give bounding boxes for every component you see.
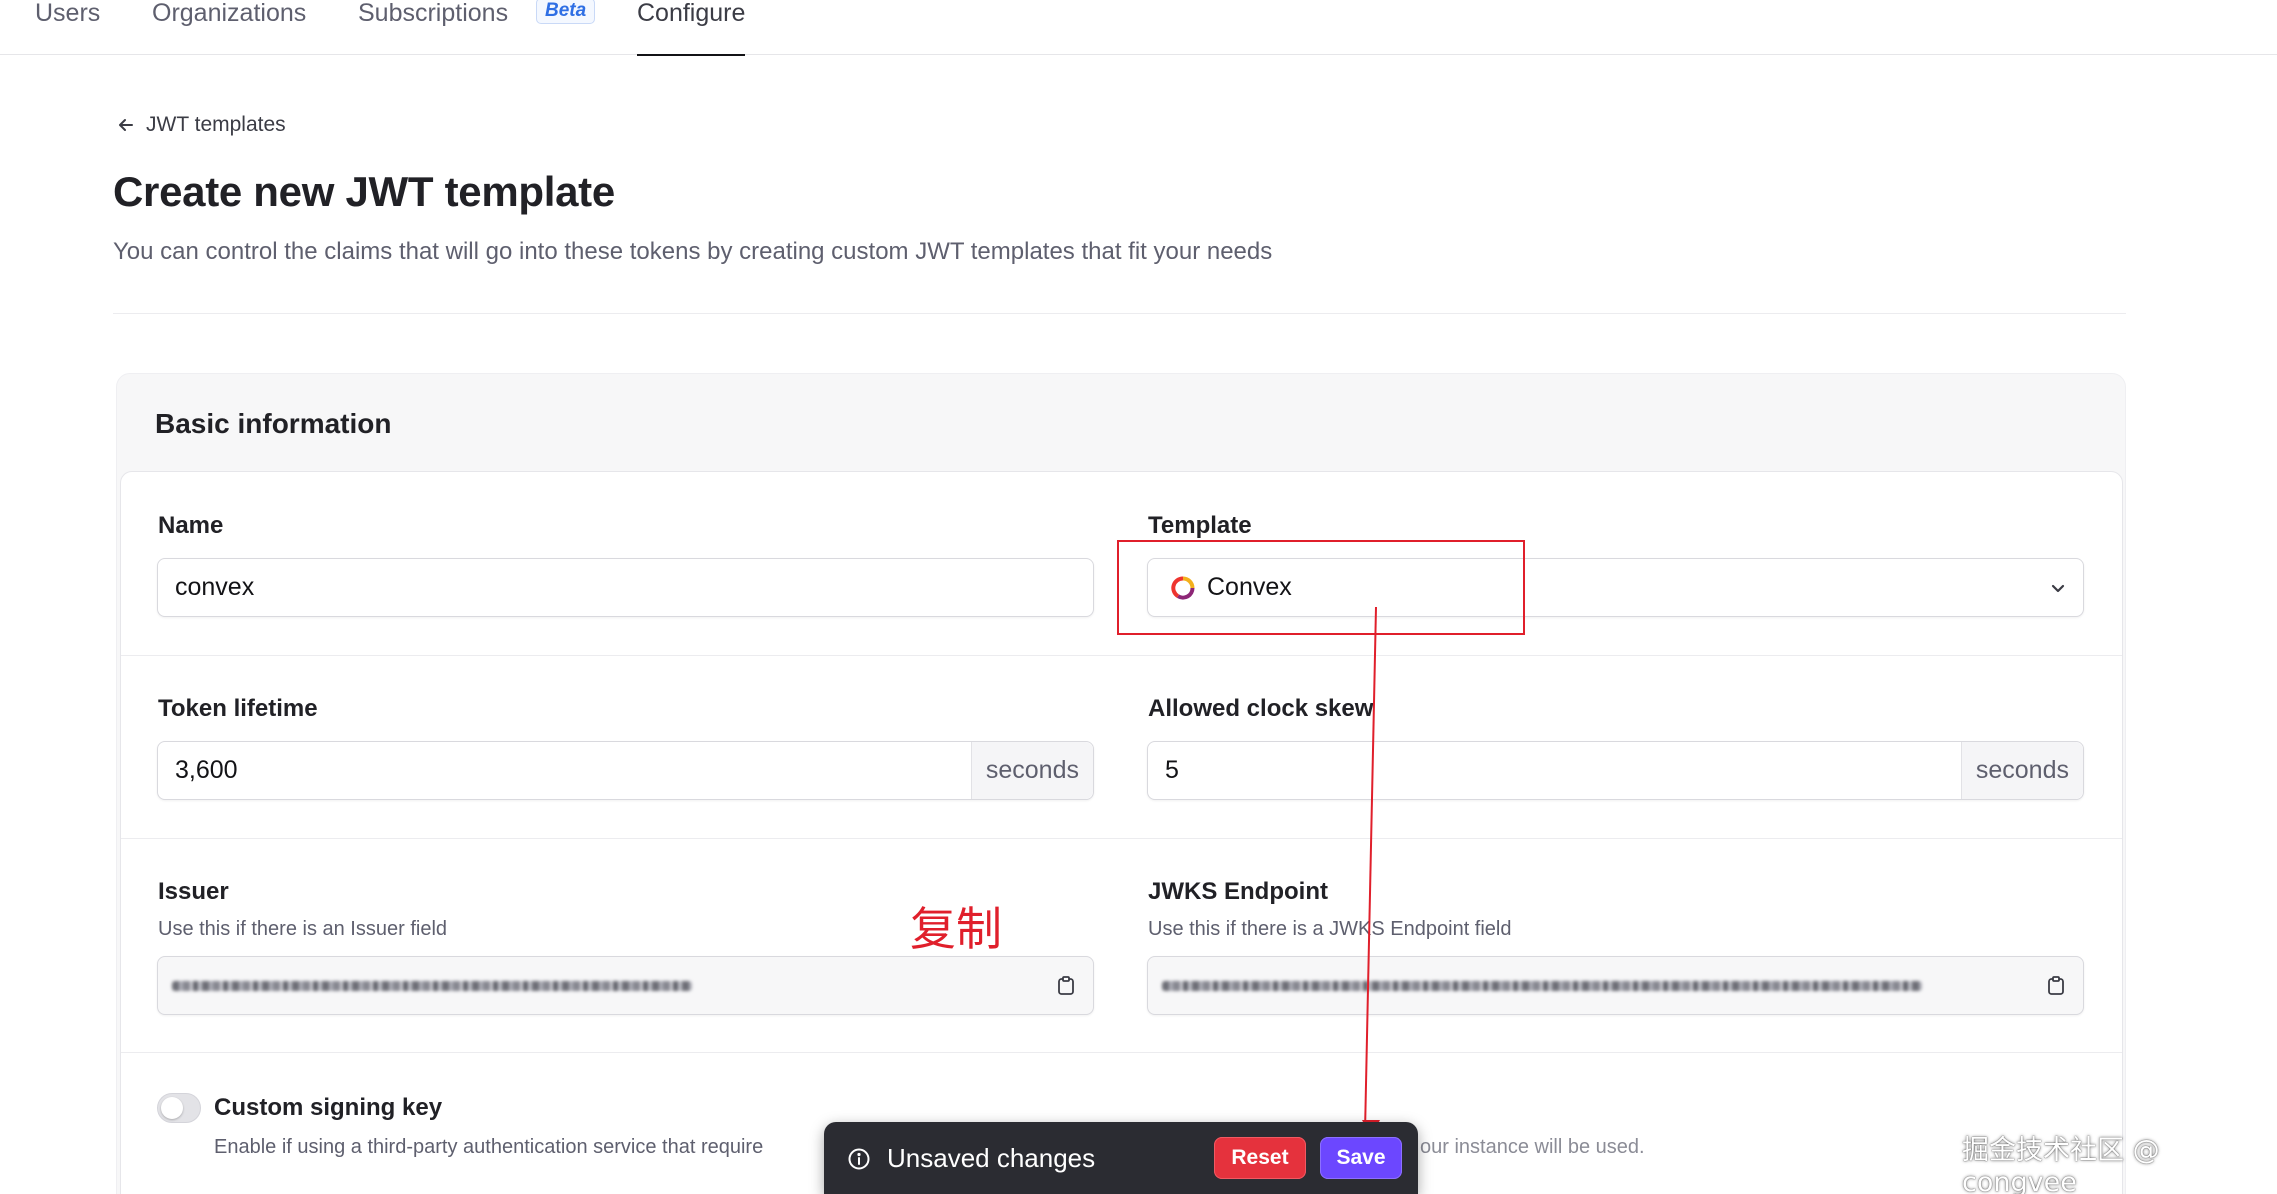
row-divider <box>121 1052 2122 1053</box>
top-nav: Users Organizations Subscriptions Beta C… <box>0 0 2277 56</box>
jwks-label: JWKS Endpoint <box>1148 878 1328 905</box>
beta-badge: Beta <box>536 0 596 24</box>
reset-button[interactable]: Reset <box>1214 1137 1306 1179</box>
row-divider <box>121 655 2122 656</box>
tab-configure[interactable]: Configure <box>637 0 746 56</box>
watermark: 掘金技术社区 @ congvee <box>1962 1135 2160 1194</box>
token-lifetime-input[interactable]: 3,600 seconds <box>157 741 1094 800</box>
issuer-hint: Use this if there is an Issuer field <box>158 918 448 940</box>
custom-signing-key-hint: Enable if using a third-party authentica… <box>214 1136 764 1158</box>
info-icon <box>848 1148 870 1170</box>
clipboard-icon <box>2048 975 2064 995</box>
page-title: Create new JWT template <box>113 168 615 215</box>
token-lifetime-unit: seconds <box>970 742 1093 799</box>
custom-signing-key-hint-tail: our instance will be used. <box>1420 1136 1645 1158</box>
save-button[interactable]: Save <box>1320 1137 1402 1179</box>
clock-skew-value: 5 <box>1165 756 1179 784</box>
tab-users[interactable]: Users <box>35 0 100 55</box>
clock-skew-unit: seconds <box>1960 742 2083 799</box>
annotation-note: 复制 <box>910 902 1002 956</box>
arrow-left-icon <box>119 119 133 131</box>
name-input[interactable]: convex <box>157 558 1094 617</box>
unsaved-changes-text: Unsaved changes <box>887 1143 1096 1173</box>
name-input-value: convex <box>175 573 255 601</box>
token-lifetime-label: Token lifetime <box>158 695 318 722</box>
unsaved-changes-bar: Unsaved changes Reset Save <box>824 1122 1418 1194</box>
back-link[interactable]: JWT templates <box>116 113 286 137</box>
tab-subscriptions[interactable]: Subscriptions Beta <box>358 0 596 55</box>
page-subtitle: You can control the claims that will go … <box>113 238 1273 265</box>
back-link-label: JWT templates <box>146 113 286 136</box>
custom-signing-key-label: Custom signing key <box>214 1094 443 1121</box>
jwks-copy-button[interactable] <box>2029 957 2083 1014</box>
jwks-hint: Use this if there is a JWKS Endpoint fie… <box>1148 918 1512 940</box>
issuer-copy-button[interactable] <box>1039 957 1093 1014</box>
issuer-label: Issuer <box>158 878 229 905</box>
row-divider <box>121 838 2122 839</box>
annotation-highlight-box <box>1117 540 1525 635</box>
clock-skew-label: Allowed clock skew <box>1148 695 1374 722</box>
tab-subscriptions-label: Subscriptions <box>358 0 509 27</box>
jwks-value-redacted <box>1148 974 2029 998</box>
name-label: Name <box>158 512 224 539</box>
template-label: Template <box>1148 512 1252 539</box>
chevron-down-icon <box>2033 579 2083 597</box>
section-title: Basic information <box>155 408 392 439</box>
clock-skew-input[interactable]: 5 seconds <box>1147 741 2084 800</box>
issuer-field[interactable] <box>157 956 1094 1015</box>
tab-organizations[interactable]: Organizations <box>152 0 306 55</box>
clipboard-icon <box>1058 975 1074 995</box>
token-lifetime-value: 3,600 <box>175 756 238 784</box>
header-divider <box>113 313 2126 314</box>
custom-signing-key-toggle[interactable] <box>157 1093 201 1123</box>
jwks-field[interactable] <box>1147 956 2084 1015</box>
issuer-value-redacted <box>158 974 1039 998</box>
